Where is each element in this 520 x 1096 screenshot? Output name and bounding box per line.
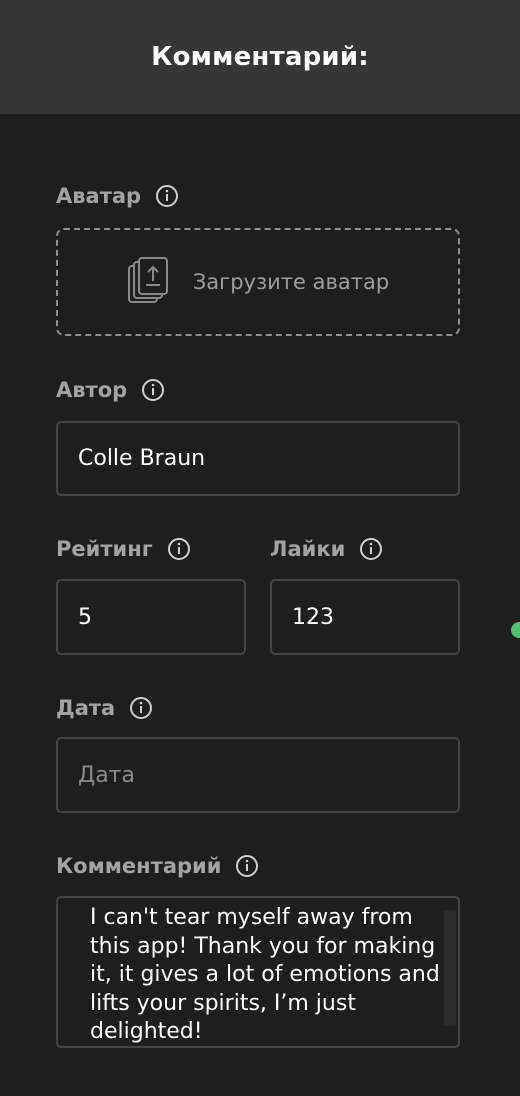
comment-textarea[interactable]: I can't tear myself away from this app! … xyxy=(56,896,460,1048)
comment-scrollbar[interactable] xyxy=(444,910,456,1026)
likes-input[interactable] xyxy=(270,579,460,655)
date-input[interactable] xyxy=(56,737,460,813)
likes-label-row: Лайки xyxy=(270,534,383,564)
author-label: Автор xyxy=(56,378,128,402)
upload-files-icon xyxy=(127,254,171,310)
avatar-label: Аватар xyxy=(56,184,142,208)
avatar-label-row: Аватар xyxy=(56,181,179,211)
info-icon[interactable] xyxy=(167,537,191,561)
comment-label-row: Комментарий xyxy=(56,851,259,881)
date-label: Дата xyxy=(56,696,116,720)
author-label-row: Автор xyxy=(56,375,165,405)
comment-text[interactable]: I can't tear myself away from this app! … xyxy=(90,904,442,1046)
date-label-row: Дата xyxy=(56,693,153,723)
likes-label: Лайки xyxy=(270,537,346,561)
rating-input[interactable] xyxy=(56,579,246,655)
rating-label-row: Рейтинг xyxy=(56,534,191,564)
status-indicator-dot xyxy=(511,622,520,638)
avatar-upload-dropzone[interactable]: Загрузите аватар xyxy=(56,228,460,336)
info-icon[interactable] xyxy=(155,184,179,208)
info-icon[interactable] xyxy=(359,537,383,561)
info-icon[interactable] xyxy=(129,696,153,720)
comment-editor-panel: Комментарий: Аватар Загрузите аватар Авт… xyxy=(0,0,520,1096)
upload-avatar-label: Загрузите аватар xyxy=(192,270,390,294)
panel-header: Комментарий: xyxy=(0,0,520,114)
panel-title: Комментарий: xyxy=(151,42,369,72)
comment-label: Комментарий xyxy=(56,854,222,878)
rating-label: Рейтинг xyxy=(56,537,153,561)
author-input[interactable] xyxy=(56,421,460,496)
info-icon[interactable] xyxy=(235,854,259,878)
info-icon[interactable] xyxy=(141,378,165,402)
